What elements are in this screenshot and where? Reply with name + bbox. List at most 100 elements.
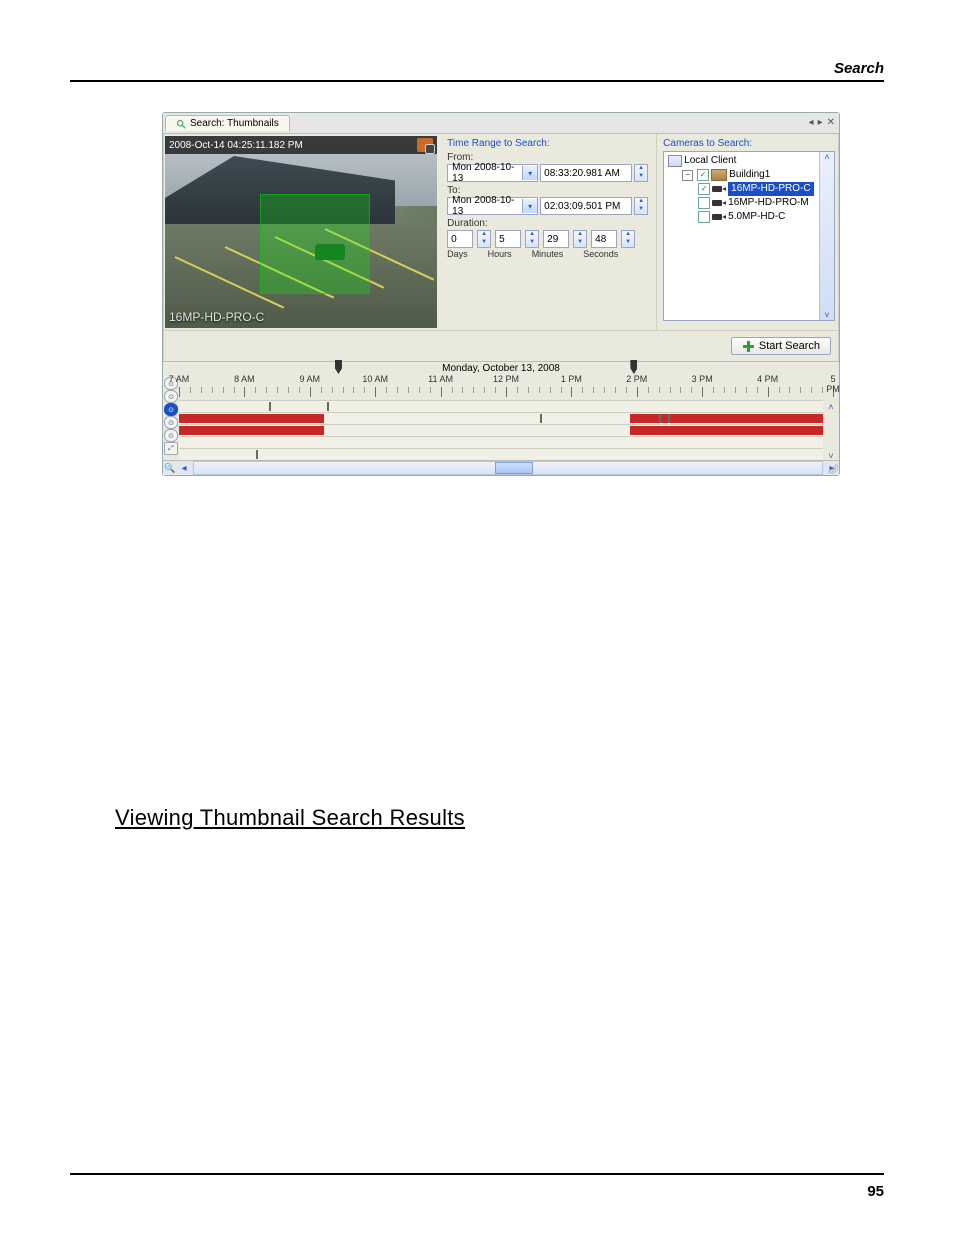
scroll-down-icon[interactable]: ˅ xyxy=(828,451,833,461)
hour-label: 4 PM xyxy=(757,374,778,384)
scroll-down-icon[interactable]: ˅ xyxy=(824,310,829,320)
time-range-title: Time Range to Search: xyxy=(447,138,648,149)
preview-menu-icon[interactable] xyxy=(417,138,433,152)
from-date-picker[interactable]: Mon 2008-10-13 ▾ xyxy=(447,164,538,182)
to-date-value: Mon 2008-10-13 xyxy=(448,195,522,217)
preview-timestamp-bar: 2008-Oct-14 04:25:11.182 PM xyxy=(165,136,437,154)
camera-preview[interactable]: 2008-Oct-14 04:25:11.182 PM 16MP-HD-PRO-… xyxy=(165,136,437,328)
to-time-spinner[interactable]: ▲▼ xyxy=(634,197,648,215)
dropdown-icon[interactable]: ▾ xyxy=(522,199,537,213)
hour-label: 2 PM xyxy=(626,374,647,384)
minutes-spinner[interactable]: ▲▼ xyxy=(573,230,587,248)
preview-timestamp: 2008-Oct-14 04:25:11.182 PM xyxy=(169,140,303,151)
checkbox-icon[interactable] xyxy=(698,211,710,223)
checkbox-icon[interactable] xyxy=(698,197,710,209)
window-tab-strip: Search: Thumbnails ◂ ▸ ✕ xyxy=(163,113,839,134)
tree-scrollbar[interactable]: ˄˅ xyxy=(819,152,834,320)
hour-label: 3 PM xyxy=(692,374,713,384)
cameras-tree[interactable]: Local Client − ✓ Building1 ✓ 16MP-HD-PRO… xyxy=(663,151,835,321)
timeline-rowselect-3[interactable]: ⊙ xyxy=(164,416,178,429)
timeline-hscroll[interactable]: 🔍 ◂ ▸ xyxy=(163,460,839,475)
timeline-panel: ⊙ ⊙ ⊙ ⊙ ⊙ ⤢ Monday, October 13, 2008 7 A… xyxy=(163,361,839,475)
from-time-spinner[interactable]: ▲▼ xyxy=(634,164,648,182)
seconds-input[interactable]: 48 xyxy=(591,230,617,248)
to-time-input[interactable]: 02:03:09.501 PM xyxy=(540,197,632,215)
timeline-zoom-icon[interactable]: ⤢ xyxy=(164,442,178,455)
timeline-date: Monday, October 13, 2008 xyxy=(163,362,839,374)
cameras-panel: Cameras to Search: Local Client − ✓ Buil… xyxy=(657,134,839,330)
camera-icon xyxy=(712,212,726,222)
motion-region-overlay[interactable] xyxy=(260,194,370,294)
camera-icon xyxy=(712,184,726,194)
scroll-left-icon[interactable]: ◂ xyxy=(177,463,191,474)
hour-label: 1 PM xyxy=(561,374,582,384)
cameras-title: Cameras to Search: xyxy=(663,138,835,149)
timeline-vscroll[interactable]: ˄˅ xyxy=(825,402,837,461)
seconds-value: 48 xyxy=(595,234,606,245)
hour-label: 9 AM xyxy=(300,374,321,384)
checkbox-icon[interactable]: ✓ xyxy=(698,183,710,195)
hscroll-thumb[interactable] xyxy=(495,462,533,474)
hour-label: 10 AM xyxy=(362,374,388,384)
doc-header: Search xyxy=(834,60,884,77)
tree-camera-2-label: 5.0MP-HD-C xyxy=(728,210,785,224)
tab-close-icon[interactable]: ✕ xyxy=(827,117,835,129)
from-time-value: 08:33:20.981 AM xyxy=(544,168,620,179)
seconds-spinner[interactable]: ▲▼ xyxy=(621,230,635,248)
timeline-row-0[interactable] xyxy=(179,400,823,412)
timeline-rowselect-1[interactable]: ⊙ xyxy=(164,390,178,403)
tree-root-label: Local Client xyxy=(684,154,736,168)
duration-label: Duration: xyxy=(447,218,648,229)
to-date-picker[interactable]: Mon 2008-10-13 ▾ xyxy=(447,197,538,215)
tree-camera-2[interactable]: 5.0MP-HD-C xyxy=(668,210,832,224)
timeline-rowselect-2[interactable]: ⊙ xyxy=(164,403,178,416)
resize-grip-icon[interactable] xyxy=(828,464,838,474)
days-value: 0 xyxy=(451,234,457,245)
tree-camera-0[interactable]: ✓ 16MP-HD-PRO-C xyxy=(668,182,832,196)
hours-input[interactable]: 5 xyxy=(495,230,521,248)
tree-camera-1-label: 16MP-HD-PRO-M xyxy=(728,196,809,210)
from-date-value: Mon 2008-10-13 xyxy=(448,162,522,184)
timeline-ruler[interactable]: 7 AM8 AM9 AM10 AM11 AM12 PM1 PM2 PM3 PM4… xyxy=(179,374,833,400)
timeline-rowselect-4[interactable]: ⊙ xyxy=(164,429,178,442)
start-search-button[interactable]: Start Search xyxy=(731,337,831,355)
tab-next-icon[interactable]: ▸ xyxy=(818,117,823,129)
time-range-panel: Time Range to Search: From: Mon 2008-10-… xyxy=(439,134,657,330)
timeline-row-3[interactable] xyxy=(179,436,823,448)
minutes-value: 29 xyxy=(547,234,558,245)
building-icon xyxy=(711,169,727,181)
to-time-value: 02:03:09.501 PM xyxy=(544,201,620,212)
days-spinner[interactable]: ▲▼ xyxy=(477,230,491,248)
hscroll-track[interactable] xyxy=(193,461,823,475)
minutes-input[interactable]: 29 xyxy=(543,230,569,248)
hour-label: 12 PM xyxy=(493,374,519,384)
unit-minutes: Minutes xyxy=(532,249,564,259)
dropdown-icon[interactable]: ▾ xyxy=(522,166,537,180)
scroll-up-icon[interactable]: ˄ xyxy=(828,402,833,412)
tab-prev-icon[interactable]: ◂ xyxy=(809,117,814,129)
tab-label: Search: Thumbnails xyxy=(190,118,279,129)
timeline-rows xyxy=(179,400,823,460)
timeline-row-2[interactable] xyxy=(179,424,823,436)
hour-label: 8 AM xyxy=(234,374,255,384)
hours-value: 5 xyxy=(499,234,505,245)
hour-label: 11 AM xyxy=(428,374,453,384)
timeline-row-4[interactable] xyxy=(179,448,823,460)
tree-site[interactable]: − ✓ Building1 xyxy=(668,168,832,182)
timeline-row-1[interactable] xyxy=(179,412,823,424)
scroll-up-icon[interactable]: ˄ xyxy=(824,152,829,162)
hours-spinner[interactable]: ▲▼ xyxy=(525,230,539,248)
tree-camera-0-label: 16MP-HD-PRO-C xyxy=(728,182,813,196)
checkbox-icon[interactable]: ✓ xyxy=(697,169,709,181)
days-input[interactable]: 0 xyxy=(447,230,473,248)
tab-search-thumbnails[interactable]: Search: Thumbnails xyxy=(165,115,290,131)
tree-camera-1[interactable]: 16MP-HD-PRO-M xyxy=(668,196,832,210)
search-thumbnails-window: Search: Thumbnails ◂ ▸ ✕ 2008-Oct-14 04:… xyxy=(162,112,840,476)
collapse-icon[interactable]: − xyxy=(682,170,693,181)
footer-rule xyxy=(70,1173,884,1175)
tree-root[interactable]: Local Client xyxy=(668,154,832,168)
start-search-label: Start Search xyxy=(759,340,820,352)
tree-site-label: Building1 xyxy=(729,168,770,182)
from-time-input[interactable]: 08:33:20.981 AM xyxy=(540,164,632,182)
hour-label: 7 AM xyxy=(169,374,190,384)
